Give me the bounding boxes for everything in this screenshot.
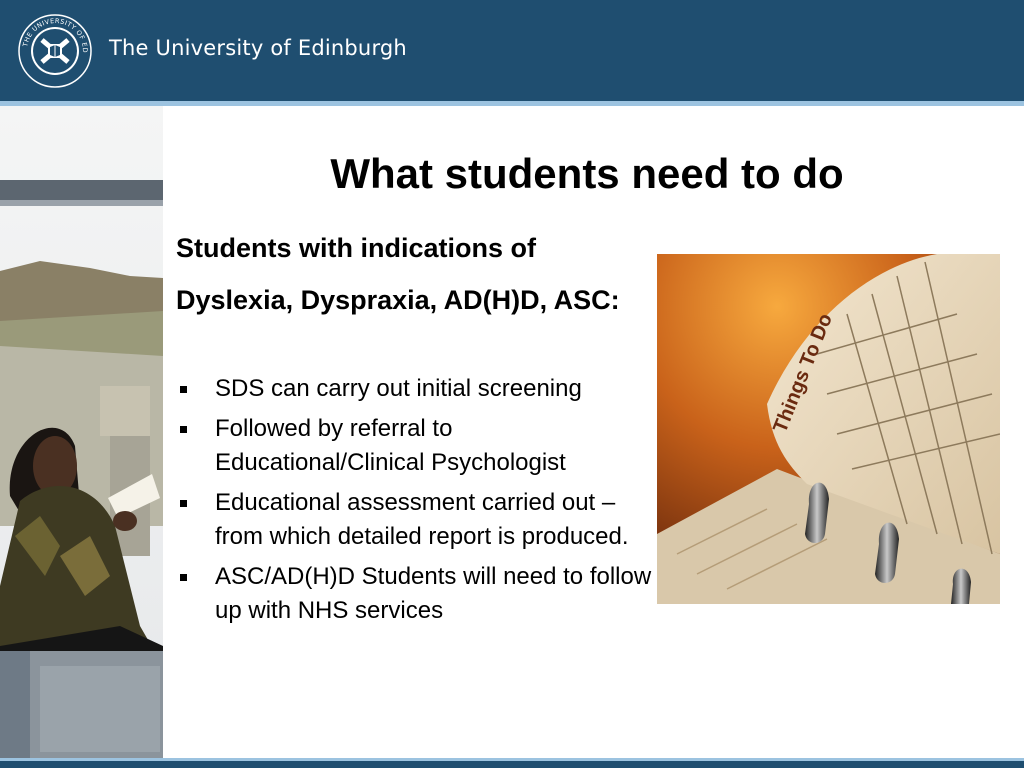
bullet-text: SDS can carry out initial screening: [215, 375, 582, 402]
slide-title: What students need to do: [330, 150, 844, 197]
bullet-item: Followed by referral to Educational/Clin…: [176, 412, 661, 480]
intro-line-1: Students with indications of: [176, 233, 536, 263]
bullet-square-icon: [180, 574, 187, 581]
bullet-item: ASC/AD(H)D Students will need to follow …: [176, 560, 661, 628]
bullet-text: Educational assessment carried out – fro…: [215, 489, 629, 550]
university-name: The University of Edinburgh: [109, 36, 407, 60]
university-crest-logo: THE UNIVERSITY OF EDINBURGH: [18, 14, 92, 88]
bullet-text: Followed by referral to Educational/Clin…: [215, 415, 566, 476]
bullet-item: Educational assessment carried out – fro…: [176, 486, 661, 554]
bullet-square-icon: [180, 426, 187, 433]
intro-text: Students with indications of Dyslexia, D…: [176, 230, 656, 318]
bullet-square-icon: [180, 500, 187, 507]
intro-line-2: Dyslexia, Dyspraxia, AD(H)D, ASC:: [176, 285, 620, 315]
bullet-list: SDS can carry out initial screening Foll…: [176, 372, 661, 634]
things-to-do-planner-photo: Things To Do: [657, 254, 1000, 604]
bullet-text: ASC/AD(H)D Students will need to follow …: [215, 563, 652, 624]
bullet-square-icon: [180, 386, 187, 393]
bullet-item: SDS can carry out initial screening: [176, 372, 661, 406]
header-bar: THE UNIVERSITY OF EDINBURGH The Universi…: [0, 0, 1024, 101]
footer-stripe: [0, 758, 1024, 768]
student-reading-photo: [0, 106, 163, 758]
